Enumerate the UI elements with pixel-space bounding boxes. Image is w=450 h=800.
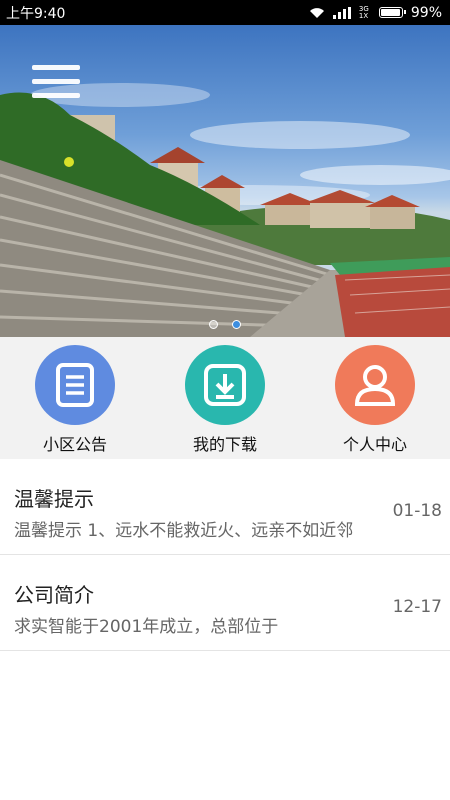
list-item[interactable]: 公司简介 求实智能于2001年成立，总部位于 12-17: [0, 555, 450, 651]
document-icon: [56, 363, 94, 407]
list-item-title: 公司简介: [14, 583, 94, 607]
battery-percent: 99%: [410, 4, 442, 21]
shortcut-downloads-label: 我的下载: [192, 435, 257, 454]
list-item-date: 12-17: [392, 597, 442, 617]
menu-button[interactable]: [32, 65, 80, 101]
shortcut-profile[interactable]: 个人中心: [300, 337, 450, 459]
wifi-icon: [309, 7, 324, 18]
carousel-dot-2[interactable]: [232, 320, 241, 329]
shortcut-downloads[interactable]: 我的下载: [150, 337, 300, 459]
shortcut-profile-label: 个人中心: [342, 435, 407, 454]
shortcut-notice-label: 小区公告: [42, 435, 107, 454]
signal-icon: [332, 6, 351, 19]
notice-circle: [35, 345, 115, 425]
carousel-dot-1[interactable]: [209, 320, 218, 329]
list-item[interactable]: 温馨提示 温馨提示 1、远水不能救近火、远亲不如近邻 01-18: [0, 459, 450, 555]
download-icon: [204, 364, 246, 406]
status-icons: 3G 1X 99%: [309, 5, 442, 21]
list-item-summary: 温馨提示 1、远水不能救近火、远亲不如近邻: [14, 521, 354, 541]
shortcut-notice[interactable]: 小区公告: [0, 337, 150, 459]
list-item-summary: 求实智能于2001年成立，总部位于: [14, 617, 279, 637]
clock: 上午9:40: [6, 5, 66, 22]
status-bar: 上午9:40 3G 1X 99%: [0, 0, 450, 25]
network-type: 3G 1X: [358, 4, 369, 20]
list-item-title: 温馨提示: [14, 487, 94, 511]
profile-circle: [335, 345, 415, 425]
download-circle: [185, 345, 265, 425]
shortcut-row: 小区公告 我的下载 个人中心: [0, 337, 450, 459]
battery-fill: [380, 9, 400, 16]
carousel-indicator: [0, 320, 450, 329]
battery-icon: [378, 7, 406, 18]
news-list: 温馨提示 温馨提示 1、远水不能救近火、远亲不如近邻 01-18 公司简介 求实…: [0, 459, 450, 651]
list-item-date: 01-18: [392, 501, 442, 521]
banner-carousel[interactable]: [0, 25, 450, 337]
user-icon: [354, 365, 396, 406]
